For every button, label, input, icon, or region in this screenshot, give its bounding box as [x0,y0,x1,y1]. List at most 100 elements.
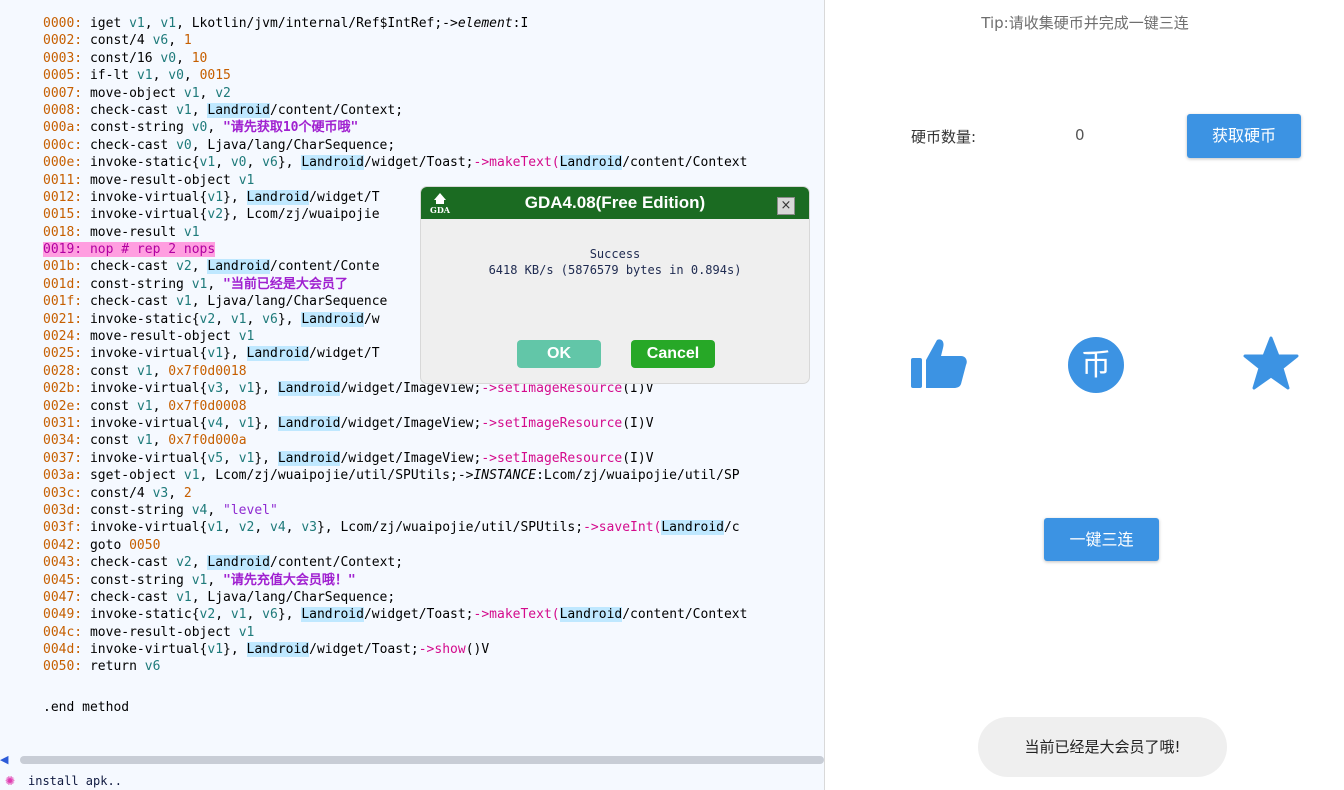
code-token: v1 [176,589,192,605]
code-line[interactable]: 0047: check-cast v1, Ljava/lang/CharSequ… [43,589,747,606]
code-line[interactable]: 000a: const-string v0, "请先获取10个硬币哦" [43,119,747,136]
cancel-button[interactable]: Cancel [631,340,715,368]
code-token: v6 [262,155,278,171]
code-token: v5 [207,450,224,466]
code-token: const-string [89,276,192,292]
code-token: Landroid [277,415,341,431]
code-token: , [144,16,161,31]
code-token: 0043: [43,555,90,571]
code-token: , [223,450,239,466]
code-token: }, [223,189,247,205]
code-token: invoke-virtual{ [89,189,208,205]
code-token: "level" [223,502,278,518]
code-line[interactable]: 003a: sget-object v1, Lcom/zj/wuaipojie/… [43,467,747,484]
code-line[interactable]: 000c: check-cast v0, Ljava/lang/CharSequ… [43,137,747,154]
code-line[interactable]: 003d: const-string v4, "level" [43,502,747,519]
code-token: const [89,363,137,379]
code-token: move-result-object [89,329,239,345]
code-token: v0 [230,155,247,171]
code-token: ()V [465,642,490,658]
code-token: (I)V [622,415,654,431]
code-line[interactable]: 0000: iget v1, v1, Lkotlin/jvm/internal/… [43,15,747,32]
triple-action-button[interactable]: 一键三连 [1044,518,1159,561]
code-token: , [199,85,216,101]
code-line[interactable]: 0007: move-object v1, v2 [43,85,747,102]
code-token: v1 [230,607,247,623]
get-coin-button[interactable]: 获取硬币 [1187,114,1301,158]
dialog-title-bar[interactable]: GDA GDA4.08(Free Edition) × [421,187,809,219]
code-token: /content/Context; [270,555,404,571]
code-token: Landroid [661,520,724,536]
code-token: v2 [199,607,216,623]
code-token: iget [89,16,130,31]
coin-icon[interactable]: 币 [1068,337,1124,393]
code-token: 003c: [43,485,90,501]
code-token: , Lcom/zj/wuaipojie/util/SPUtils;-> [199,468,474,484]
code-token: ->makeText( [473,607,560,623]
code-line[interactable]: 002e: const v1, 0x7f0d0008 [43,398,747,415]
horizontal-scrollbar[interactable]: ◀ [0,752,824,768]
code-line[interactable]: 0002: const/4 v6, 1 [43,32,747,49]
code-token: , [223,381,239,397]
code-token: v1 [191,276,208,292]
dialog-close-icon[interactable]: × [777,197,795,215]
thumbs-up-icon[interactable] [911,336,967,392]
code-token: 0024: [43,329,90,345]
code-token: 0003: [43,50,90,66]
code-token: check-cast [89,137,177,153]
code-token: 004d: [43,642,90,658]
code-token: 003f: [43,520,90,536]
code-token: v1 [207,642,224,658]
code-line[interactable]: 0042: goto 0050 [43,537,747,554]
code-token: invoke-virtual{ [89,415,208,431]
code-line[interactable]: 0005: if-lt v1, v0, 0015 [43,67,747,84]
code-token: const-string [89,120,192,136]
code-line[interactable]: 0045: const-string v1, "请先充值大会员哦！" [43,572,747,589]
code-token: , [152,363,169,379]
code-token: , [207,120,224,136]
code-token: , Lkotlin/jvm/internal/Ref$IntRef;-> [176,16,458,31]
code-token: invoke-virtual{ [89,381,208,397]
dialog-title: GDA4.08(Free Edition) [524,193,706,212]
code-token: 0000: [43,16,90,31]
code-token: check-cast [89,102,177,118]
code-token: v0 [191,120,208,136]
code-line[interactable]: 004d: invoke-virtual{v1}, Landroid/widge… [43,641,747,658]
code-line[interactable]: 0049: invoke-static{v2, v1, v6}, Landroi… [43,606,747,623]
code-token: , [152,433,169,449]
code-token: const/4 [89,485,153,501]
code-line[interactable]: 004c: move-result-object v1 [43,624,747,641]
code-token: const/16 [89,50,161,66]
code-line[interactable]: 0043: check-cast v2, Landroid/content/Co… [43,554,747,571]
code-token: v1 [160,16,177,31]
code-token: ->show [418,642,466,658]
code-token: v1 [176,102,192,118]
code-line[interactable]: 0008: check-cast v1, Landroid/content/Co… [43,102,747,119]
code-token: , [215,155,231,171]
code-line[interactable]: 0034: const v1, 0x7f0d000a [43,432,747,449]
code-token: , [191,555,208,571]
code-token: (I)V [622,450,654,466]
code-line[interactable]: 003c: const/4 v3, 2 [43,485,747,502]
code-token: Landroid [559,155,623,171]
code-line[interactable]: 0037: invoke-virtual{v5, v1}, Landroid/w… [43,450,747,467]
code-line[interactable]: 0050: return v6 [43,658,747,675]
code-token: v1 [207,346,224,362]
code-line[interactable]: 0003: const/16 v0, 10 [43,50,747,67]
code-token: 0047: [43,589,90,605]
code-token: , [215,607,231,623]
code-token: , Ljava/lang/CharSequence; [191,589,396,605]
code-token: v1 [183,468,200,484]
scrollbar-thumb[interactable] [20,756,824,764]
code-token: /widget/ImageView; [340,381,482,397]
code-token: move-result-object [89,624,239,640]
scroll-left-arrow-icon[interactable]: ◀ [0,752,10,768]
code-line[interactable]: 003f: invoke-virtual{v1, v2, v4, v3}, Lc… [43,519,747,536]
star-icon[interactable] [1243,336,1299,392]
code-line[interactable]: 0031: invoke-virtual{v4, v1}, Landroid/w… [43,415,747,432]
code-token: 0050: [43,659,90,675]
ok-button[interactable]: OK [517,340,601,368]
tip-text: Tip:请收集硬币并完成一键三连 [981,14,1189,32]
code-token: invoke-virtual{ [89,207,208,223]
code-line[interactable]: 000e: invoke-static{v1, v0, v6}, Landroi… [43,154,747,171]
